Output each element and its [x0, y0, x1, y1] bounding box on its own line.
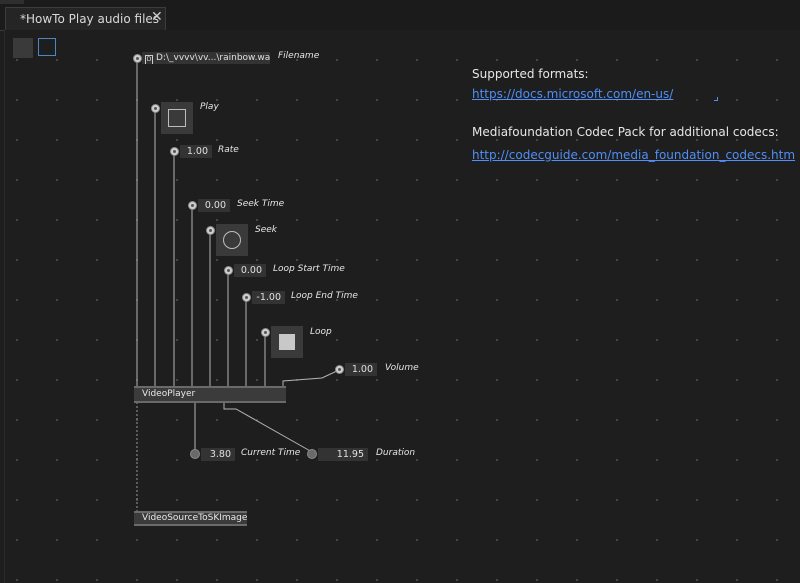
play-pin[interactable]	[151, 104, 160, 113]
loop-start-field[interactable]: 0.00	[234, 264, 266, 277]
seek-time-field[interactable]: 0.00	[198, 199, 230, 212]
toolbar-square-selected[interactable]	[38, 38, 56, 56]
seek-time-pin[interactable]	[188, 201, 197, 210]
loop-label: Loop	[310, 327, 332, 337]
wire-volume	[282, 369, 340, 387]
duration-pin	[307, 449, 317, 459]
codecguide-link[interactable]: http://codecguide.com/media_foundation_c…	[472, 148, 795, 162]
video-source-to-skimage-node[interactable]: VideoSourceToSKImage	[134, 511, 247, 526]
wire-duration	[223, 402, 313, 453]
seek-bang[interactable]	[216, 224, 248, 256]
microsoft-docs-link[interactable]: https://docs.microsoft.com/en-us/	[472, 87, 673, 101]
duration-field: 11.95	[318, 448, 368, 461]
node-outputs-bar	[134, 401, 286, 403]
loop-toggle-fill	[279, 334, 295, 350]
patch-wires	[136, 58, 340, 512]
volume-pin[interactable]	[335, 365, 344, 374]
node-outputs-bar	[134, 524, 247, 526]
filename-field[interactable]: D D:\_vvvv\vv...\rainbow.wav	[142, 52, 270, 64]
supported-formats-text: Supported formats:	[472, 67, 589, 81]
loop-end-pin[interactable]	[242, 293, 251, 302]
volume-label: Volume	[385, 363, 419, 373]
seek-time-label: Seek Time	[237, 199, 285, 209]
codec-pack-text: Mediafoundation Codec Pack for additiona…	[472, 125, 779, 139]
loop-pin[interactable]	[261, 328, 270, 337]
rate-pin[interactable]	[170, 147, 179, 156]
seek-pin[interactable]	[206, 226, 215, 235]
play-toggle-box	[168, 109, 186, 127]
duration-label: Duration	[376, 448, 416, 458]
loop-start-label: Loop Start Time	[273, 264, 345, 274]
loop-end-label: Loop End Time	[291, 291, 358, 301]
toolbar-square[interactable]	[13, 38, 33, 58]
loop-toggle[interactable]	[271, 326, 303, 358]
node-inputs-bar	[134, 511, 247, 513]
volume-field[interactable]: 1.00	[345, 363, 377, 376]
node-title: VideoPlayer	[142, 389, 196, 399]
seek-bang-circle	[223, 231, 241, 249]
rate-field[interactable]: 1.00	[180, 145, 212, 158]
filename-value: D:\_vvvv\vv...\rainbow.wav	[156, 53, 270, 63]
file-icon: D	[145, 55, 153, 64]
node-title: VideoSourceToSKImage	[142, 513, 248, 523]
loop-end-field[interactable]: -1.00	[252, 291, 285, 304]
play-label: Play	[200, 102, 219, 112]
filename-label: Filename	[278, 51, 320, 61]
rate-label: Rate	[218, 145, 239, 155]
current-time-label: Current Time	[241, 448, 301, 458]
seek-label: Seek	[255, 225, 277, 235]
filename-pin[interactable]	[133, 54, 142, 63]
play-toggle[interactable]	[161, 102, 193, 134]
loop-start-pin[interactable]	[224, 266, 233, 275]
current-time-field: 3.80	[201, 448, 235, 461]
current-time-pin	[190, 449, 200, 459]
link-end-mark	[714, 97, 718, 101]
video-player-node[interactable]: VideoPlayer	[134, 386, 286, 403]
node-inputs-bar	[134, 386, 286, 388]
